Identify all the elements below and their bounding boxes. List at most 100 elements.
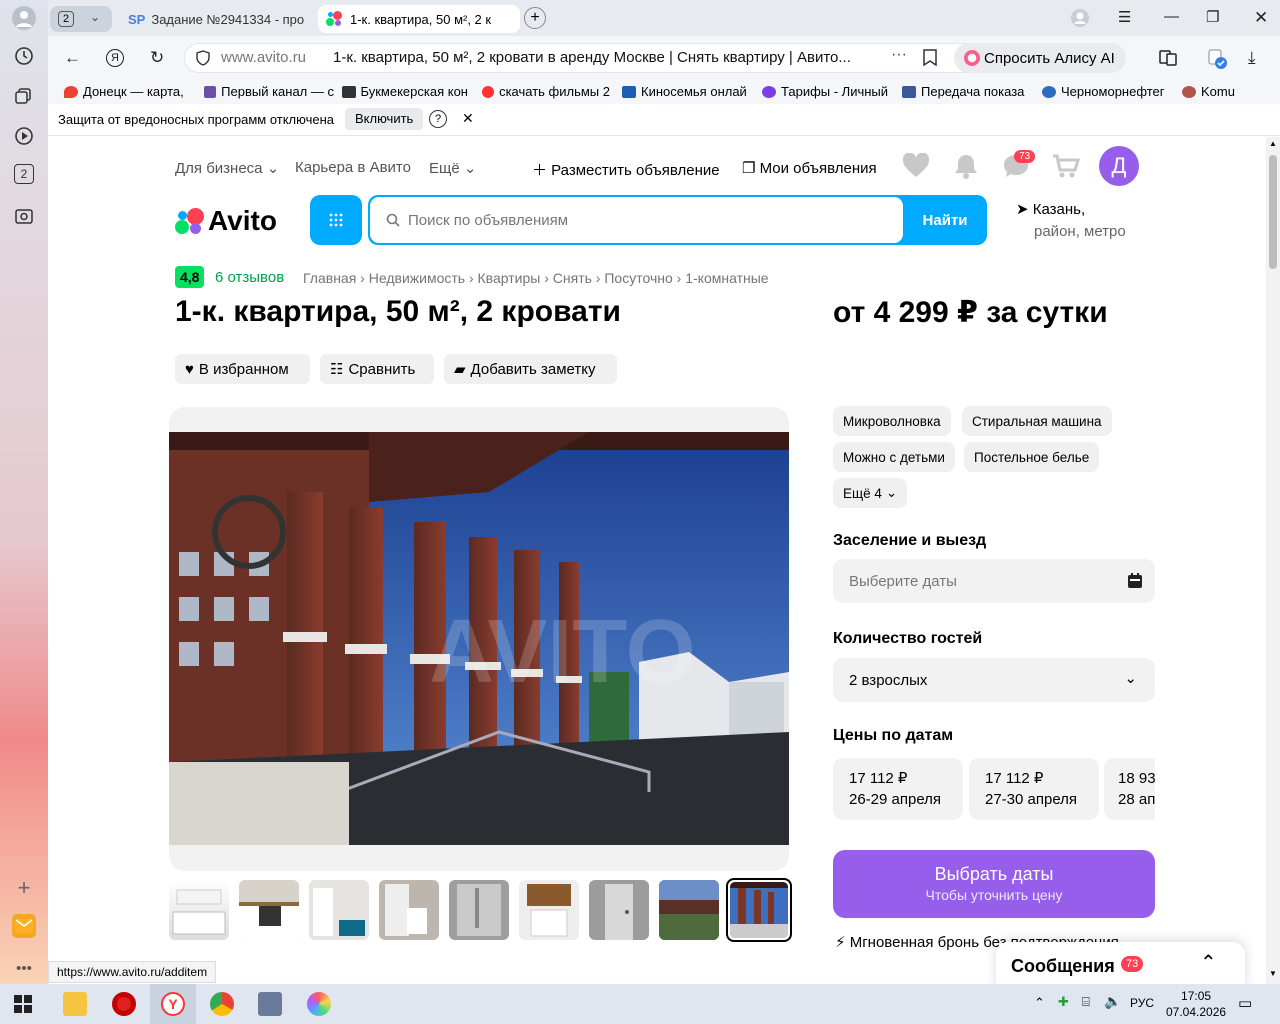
- close-icon[interactable]: ✕: [1254, 8, 1268, 28]
- yandex-icon[interactable]: Я: [106, 49, 124, 67]
- tab-group-count: 2: [58, 11, 74, 27]
- photo-thumbnail[interactable]: [379, 880, 439, 940]
- status-url: https://www.avito.ru/additem: [48, 961, 217, 983]
- help-icon[interactable]: ?: [429, 110, 447, 128]
- avito-logo[interactable]: Avito: [175, 205, 277, 237]
- photo-thumbnail[interactable]: [309, 880, 369, 940]
- browser-sidebar: 2 + •••: [0, 0, 48, 984]
- compare-button[interactable]: ☷ Сравнить: [320, 354, 434, 384]
- history-icon[interactable]: [12, 44, 36, 68]
- breadcrumb-item[interactable]: Главная: [303, 270, 356, 286]
- reviews-link[interactable]: 6 отзывов: [215, 269, 284, 286]
- file-explorer-icon[interactable]: [63, 992, 87, 1016]
- tray-clock[interactable]: 17:05 07.04.2026: [1166, 988, 1226, 1020]
- messages-panel[interactable]: Сообщения 73 ⌃: [996, 942, 1245, 984]
- tab-avito[interactable]: 1-к. квартира, 50 м², 2 к: [318, 5, 520, 33]
- bookmark-item[interactable]: Передача показа: [902, 84, 1030, 99]
- search-placeholder: Поиск по объявлениям: [408, 211, 569, 229]
- breadcrumb-item[interactable]: Снять: [553, 270, 592, 286]
- translate-icon[interactable]: [1158, 48, 1178, 73]
- video-icon[interactable]: [12, 124, 36, 148]
- bookmark-item[interactable]: Черноморнефтег: [1042, 84, 1170, 99]
- alice-button[interactable]: Спросить Алису AI: [954, 43, 1126, 73]
- tray-volume-icon[interactable]: 🔈: [1104, 993, 1121, 1010]
- choose-dates-button[interactable]: Выбрать даты Чтобы уточнить цену: [833, 850, 1155, 918]
- tab-task[interactable]: SP Задание №2941334 - про: [120, 5, 310, 33]
- shield-check-icon[interactable]: [1206, 48, 1228, 75]
- photo-thumbnail[interactable]: [589, 880, 649, 940]
- bookmark-item[interactable]: Букмекерская кон: [342, 84, 468, 99]
- breadcrumb-item[interactable]: Посуточно: [604, 270, 672, 286]
- bookmark-item[interactable]: скачать фильмы 2: [482, 84, 610, 99]
- collections-icon[interactable]: [12, 84, 36, 108]
- site-info-icon[interactable]: [195, 50, 211, 69]
- app-icon[interactable]: [258, 992, 282, 1016]
- bookmark-icon[interactable]: [923, 49, 937, 71]
- breadcrumb-item[interactable]: Квартиры: [478, 270, 541, 286]
- nav-more[interactable]: Ещё ⌄: [429, 159, 476, 177]
- tab-group[interactable]: 2 ⌄: [50, 6, 112, 32]
- more-icon[interactable]: •••: [12, 956, 36, 980]
- date-price-card[interactable]: 17 112 ₽27-30 апреля: [969, 758, 1099, 820]
- windows-start-icon[interactable]: [14, 995, 32, 1013]
- tray-chevron-up-icon[interactable]: ⌃: [1034, 995, 1045, 1011]
- bookmark-item[interactable]: Тарифы - Личный: [762, 84, 890, 99]
- photo-thumbnail[interactable]: [239, 880, 299, 940]
- chevron-up-icon[interactable]: ⌃: [1200, 950, 1217, 975]
- main-photo[interactable]: AVITO: [169, 432, 789, 845]
- bookmark-item[interactable]: Первый канал — с: [204, 84, 334, 99]
- minimize-icon[interactable]: —: [1164, 8, 1179, 25]
- nav-career[interactable]: Карьера в Авито: [295, 159, 411, 176]
- post-ad-link[interactable]: ＋ Разместить объявление: [532, 159, 720, 180]
- tray-language[interactable]: РУС: [1130, 996, 1154, 1010]
- nav-business[interactable]: Для бизнеса ⌄: [175, 159, 279, 177]
- search-input[interactable]: Поиск по объявлениям: [370, 197, 903, 243]
- tabs-count-icon[interactable]: 2: [14, 164, 34, 184]
- alice-icon: [964, 50, 980, 66]
- bookmark-item[interactable]: Киносемья онлай: [622, 84, 750, 99]
- notification-center-icon[interactable]: ▭: [1238, 994, 1252, 1012]
- close-bar-icon[interactable]: ✕: [462, 110, 474, 127]
- photo-thumbnail[interactable]: [519, 880, 579, 940]
- enable-protection-button[interactable]: Включить: [345, 108, 424, 130]
- add-note-button[interactable]: ▰ Добавить заметку: [444, 354, 617, 384]
- tab-bar: 2 ⌄ SP Задание №2941334 - про 1-к. кварт…: [48, 0, 1280, 36]
- back-icon[interactable]: ←: [64, 48, 81, 68]
- tray-network-icon[interactable]: ⌸: [1082, 994, 1090, 1010]
- opera-icon[interactable]: [112, 992, 136, 1016]
- tab-title: 1-к. квартира, 50 м², 2 к: [350, 11, 492, 27]
- more-dots-icon[interactable]: ···: [891, 46, 907, 64]
- chrome-icon[interactable]: [210, 992, 234, 1016]
- scroll-up-icon[interactable]: ▲: [1269, 139, 1277, 148]
- screenshot-icon[interactable]: [12, 204, 36, 228]
- restore-icon[interactable]: ❐: [1206, 8, 1219, 26]
- photo-thumbnail[interactable]: [659, 880, 719, 940]
- reload-icon[interactable]: ↻: [150, 48, 164, 68]
- date-price-card[interactable]: 18 93 28 ап: [1104, 758, 1155, 820]
- rating-badge: 4,8: [175, 266, 205, 288]
- profile-icon[interactable]: [12, 6, 36, 30]
- color-app-icon[interactable]: [307, 992, 331, 1016]
- mail-icon[interactable]: [12, 914, 36, 938]
- page-scrollbar[interactable]: ▲ ▼: [1266, 137, 1280, 984]
- add-panel-icon[interactable]: +: [12, 875, 36, 900]
- tray-app-icon[interactable]: ✚: [1058, 994, 1069, 1010]
- account-icon[interactable]: [1070, 8, 1090, 32]
- yandex-browser-icon[interactable]: Y: [161, 992, 185, 1016]
- photo-thumbnail-active[interactable]: [726, 878, 792, 942]
- favorite-button[interactable]: ♥ В избранном: [175, 354, 310, 384]
- photo-thumbnail[interactable]: [169, 880, 229, 940]
- photo-thumbnail[interactable]: [449, 880, 509, 940]
- download-icon[interactable]: ⤓: [1248, 48, 1256, 68]
- breadcrumb-item[interactable]: 1-комнатные: [685, 270, 768, 286]
- breadcrumb-item[interactable]: Недвижимость: [369, 270, 465, 286]
- bookmark-item[interactable]: Донецк — карта,: [64, 84, 198, 99]
- scroll-down-icon[interactable]: ▼: [1269, 969, 1277, 978]
- categories-button[interactable]: [310, 195, 362, 245]
- date-price-card[interactable]: 17 112 ₽26-29 апреля: [833, 758, 963, 820]
- scroll-thumb[interactable]: [1269, 155, 1277, 269]
- bookmark-item[interactable]: Komu: [1182, 84, 1260, 99]
- new-tab-button[interactable]: +: [524, 7, 546, 29]
- url-field[interactable]: www.avito.ru 1-к. квартира, 50 м², 2 кро…: [184, 43, 992, 73]
- menu-icon[interactable]: ☰: [1118, 8, 1131, 26]
